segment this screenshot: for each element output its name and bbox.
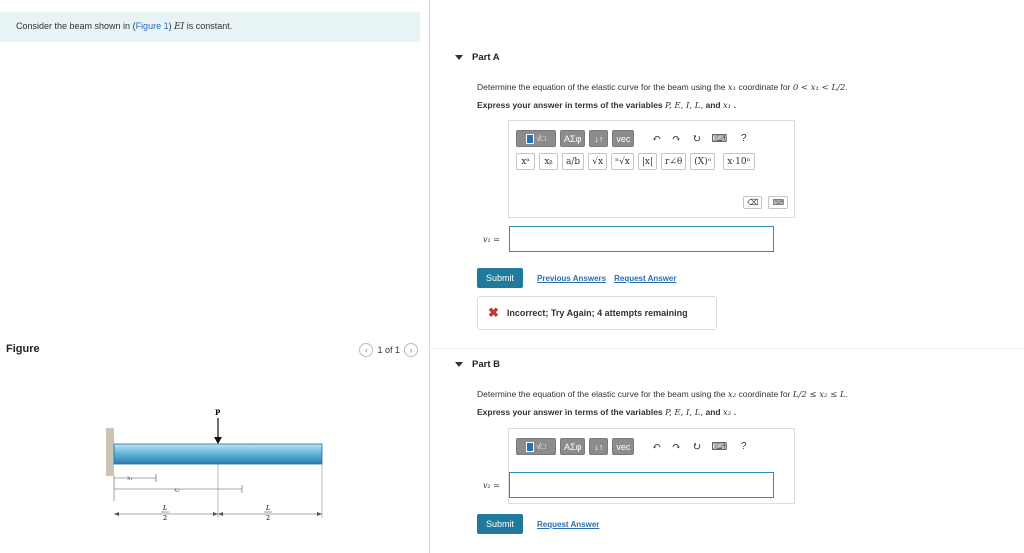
incorrect-x-icon: ✖ (488, 305, 499, 320)
greek-symbols-button[interactable]: ΑΣφ (560, 438, 586, 455)
vec-button[interactable]: vec (612, 438, 635, 455)
part-b-actions: Submit Request Answer (477, 514, 599, 534)
part-a-express: Express your answer in terms of the vari… (477, 100, 736, 111)
figure-header: Figure ‹ 1 of 1 › (0, 340, 430, 362)
greek-symbols-button[interactable]: ΑΣφ (560, 130, 586, 147)
answer-label: v₂ = (483, 480, 500, 490)
fixed-support-wall (106, 428, 114, 476)
beam (113, 443, 323, 465)
subscript-button[interactable]: xᵦ (539, 153, 558, 170)
next-figure-button[interactable]: › (404, 343, 418, 357)
vec-button[interactable]: vec (612, 130, 635, 147)
template-button[interactable]: √□ (516, 130, 556, 147)
editor-toolbar-row2: xᵃ xᵦ a/b √x ⁿ√x |x| r∠θ (X)ᵒ x·10ⁿ (509, 153, 794, 170)
help-icon[interactable]: ? (734, 130, 753, 147)
half-span-label-left-num: L (162, 504, 167, 512)
part-a-math-editor: √□ ΑΣφ ↓↑ vec ↶ ↷ ↻ ⌨ ? xᵃ xᵦ a/b √x ⁿ√x… (508, 120, 795, 218)
superscript-button[interactable]: xᵃ (516, 153, 535, 170)
part-b-description: Determine the equation of the elastic cu… (477, 389, 849, 400)
load-label: P (215, 408, 221, 417)
feedback-box: ✖ Incorrect; Try Again; 4 attempts remai… (477, 296, 717, 330)
redo-icon[interactable]: ↷ (668, 130, 684, 147)
editor-toolbar-row1: √□ ΑΣφ ↓↑ vec ↶ ↷ ↻ ⌨ ? (509, 438, 794, 455)
collapse-caret-icon[interactable] (455, 55, 463, 60)
beam-figure: P x₁ x₂ L 2 L 2 (106, 408, 323, 522)
part-a-description: Determine the equation of the elastic cu… (477, 82, 848, 93)
part-a-request-answer-link[interactable]: Request Answer (614, 274, 676, 283)
arrows-button[interactable]: ↓↑ (589, 130, 609, 147)
reset-icon[interactable]: ↻ (688, 130, 704, 147)
editor-toolbar-row1: √□ ΑΣφ ↓↑ vec ↶ ↷ ↻ ⌨ ? (509, 130, 794, 147)
part-a-header[interactable]: Part A (455, 52, 500, 63)
fraction-button[interactable]: a/b (562, 153, 585, 170)
half-span-label-left-den: 2 (163, 514, 167, 522)
help-icon[interactable]: ? (734, 438, 753, 455)
load-arrowhead (214, 437, 222, 444)
keyboard-icon[interactable]: ⌨ (708, 438, 730, 455)
undo-icon[interactable]: ↶ (648, 438, 664, 455)
part-a-actions: Submit Previous Answers Request Answer (477, 268, 676, 288)
feedback-text: Incorrect; Try Again; 4 attempts remaini… (506, 308, 688, 318)
part-a-title: Part A (472, 52, 500, 63)
x1-label: x₁ (127, 475, 133, 482)
half-span-label-right-den: 2 (266, 514, 270, 522)
abs-button[interactable]: |x| (637, 153, 658, 170)
vector-notation-button[interactable]: (X)ᵒ (690, 153, 716, 170)
undo-icon[interactable]: ↶ (648, 130, 664, 147)
left-panel: Consider the beam shown in (Figure 1) EI… (0, 0, 430, 553)
problem-intro: Consider the beam shown in (Figure 1) EI… (0, 12, 420, 42)
keyboard-icon[interactable]: ⌨ (708, 130, 730, 147)
part-b-answer-row: v₂ = (483, 472, 774, 498)
nth-root-button[interactable]: ⁿ√x (611, 153, 634, 170)
arrows-button[interactable]: ↓↑ (589, 438, 609, 455)
page: Consider the beam shown in (Figure 1) EI… (0, 0, 1024, 553)
part-b-title: Part B (472, 359, 500, 370)
part-a-answer-row: v₁ = (483, 226, 774, 252)
keypad-icon[interactable]: ⌨ (768, 196, 788, 209)
prev-figure-button[interactable]: ‹ (359, 343, 374, 357)
part-b-header[interactable]: Part B (455, 359, 500, 370)
reset-icon[interactable]: ↻ (688, 438, 704, 455)
part-b-answer-input[interactable] (509, 472, 774, 498)
part-a-submit-button[interactable]: Submit (477, 268, 524, 288)
delete-icon[interactable]: ⌫ (743, 196, 763, 209)
sqrt-button[interactable]: √x (588, 153, 608, 170)
polar-button[interactable]: r∠θ (661, 153, 687, 170)
sci-notation-button[interactable]: x·10ⁿ (723, 153, 755, 170)
figure-pager: ‹ 1 of 1 › (359, 343, 418, 357)
template-button[interactable]: √□ (516, 438, 556, 455)
redo-icon[interactable]: ↷ (668, 438, 684, 455)
part-a-answer-input[interactable] (509, 226, 774, 252)
part-b-express: Express your answer in terms of the vari… (477, 407, 736, 418)
right-panel: Part A Determine the equation of the ela… (431, 0, 1024, 553)
x2-label: x₂ (174, 487, 180, 494)
answer-label: v₁ = (483, 234, 500, 244)
previous-answers-link[interactable]: Previous Answers (537, 274, 606, 283)
figure-page-indicator: 1 of 1 (377, 345, 400, 355)
collapse-caret-icon[interactable] (455, 362, 463, 367)
part-b-request-answer-link[interactable]: Request Answer (537, 520, 599, 529)
figure-title: Figure (6, 343, 40, 355)
figure-link[interactable]: Figure 1 (136, 21, 169, 31)
half-span-label-right-num: L (265, 504, 270, 512)
part-b-submit-button[interactable]: Submit (477, 514, 524, 534)
